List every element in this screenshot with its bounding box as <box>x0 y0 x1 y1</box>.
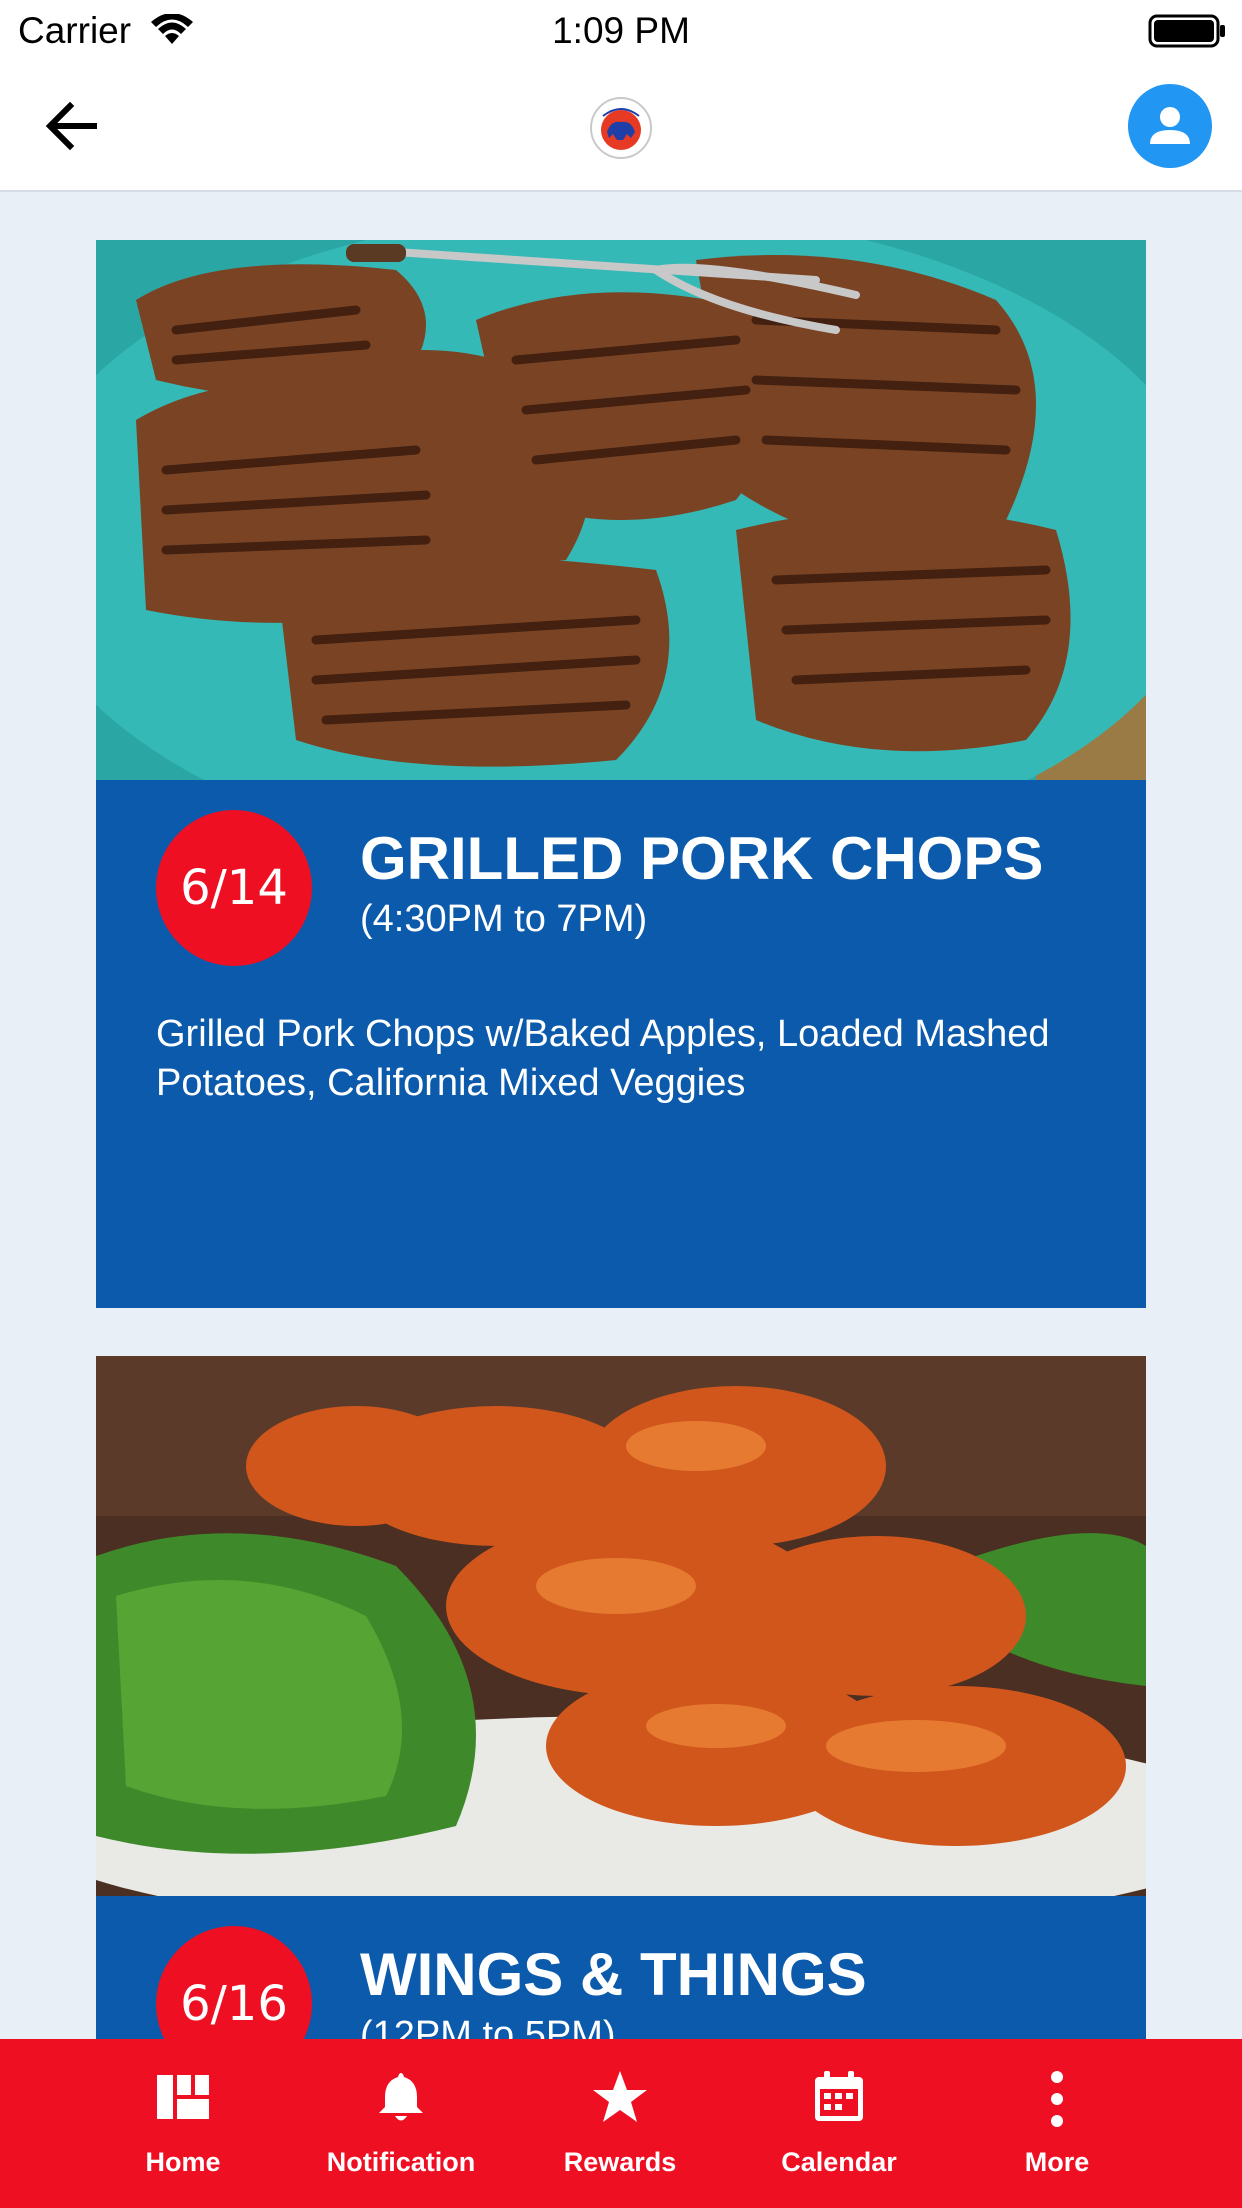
event-title: WINGS & THINGS <box>360 1941 867 2008</box>
tab-label: Home <box>145 2147 221 2177</box>
top-navigation-bar <box>0 62 1242 192</box>
event-title: GRILLED PORK CHOPS <box>360 825 1044 892</box>
dashboard-icon <box>157 2075 209 2119</box>
tab-label: Calendar <box>781 2147 897 2177</box>
arrow-left-icon <box>45 101 97 151</box>
back-button[interactable] <box>40 94 104 158</box>
calendar-icon <box>815 2071 863 2121</box>
profile-button[interactable] <box>1128 84 1212 168</box>
events-list[interactable]: 6/14 GRILLED PORK CHOPS (4:30PM to 7PM) … <box>0 192 1242 2039</box>
tab-more[interactable]: More <box>957 2039 1157 2208</box>
tab-notification[interactable]: Notification <box>301 2039 501 2208</box>
event-image-wings <box>96 1356 1146 1896</box>
event-time: (4:30PM to 7PM) <box>360 898 648 940</box>
person-icon <box>1150 107 1190 144</box>
bell-icon <box>379 2073 423 2121</box>
more-vertical-icon <box>1051 2071 1063 2127</box>
tab-rewards[interactable]: Rewards <box>520 2039 720 2208</box>
tab-home[interactable]: Home <box>83 2039 283 2208</box>
event-card[interactable]: 6/16 WINGS & THINGS (12PM to 5PM) <box>96 1356 1146 2039</box>
event-date-badge: 6/16 <box>156 1926 312 2039</box>
event-description: Grilled Pork Chops w/Baked Apples, Loade… <box>156 1013 1050 1104</box>
status-bar: Carrier 1:09 PM <box>0 0 1242 62</box>
status-time: 1:09 PM <box>552 10 690 51</box>
tab-label: Rewards <box>563 2147 677 2177</box>
tab-label: More <box>1024 2147 1090 2177</box>
tab-calendar[interactable]: Calendar <box>739 2039 939 2208</box>
event-time: (12PM to 5PM) <box>360 2014 616 2039</box>
battery-icon <box>1148 14 1225 48</box>
bottom-tab-bar: Home Notification Rewards Calendar More <box>0 2039 1242 2208</box>
star-icon <box>593 2071 647 2122</box>
event-card[interactable]: 6/14 GRILLED PORK CHOPS (4:30PM to 7PM) … <box>96 240 1146 1308</box>
tab-label: Notification <box>326 2147 476 2177</box>
event-date-badge: 6/14 <box>156 810 312 966</box>
event-image-pork-chops <box>96 240 1146 780</box>
lodge-logo <box>589 96 653 160</box>
